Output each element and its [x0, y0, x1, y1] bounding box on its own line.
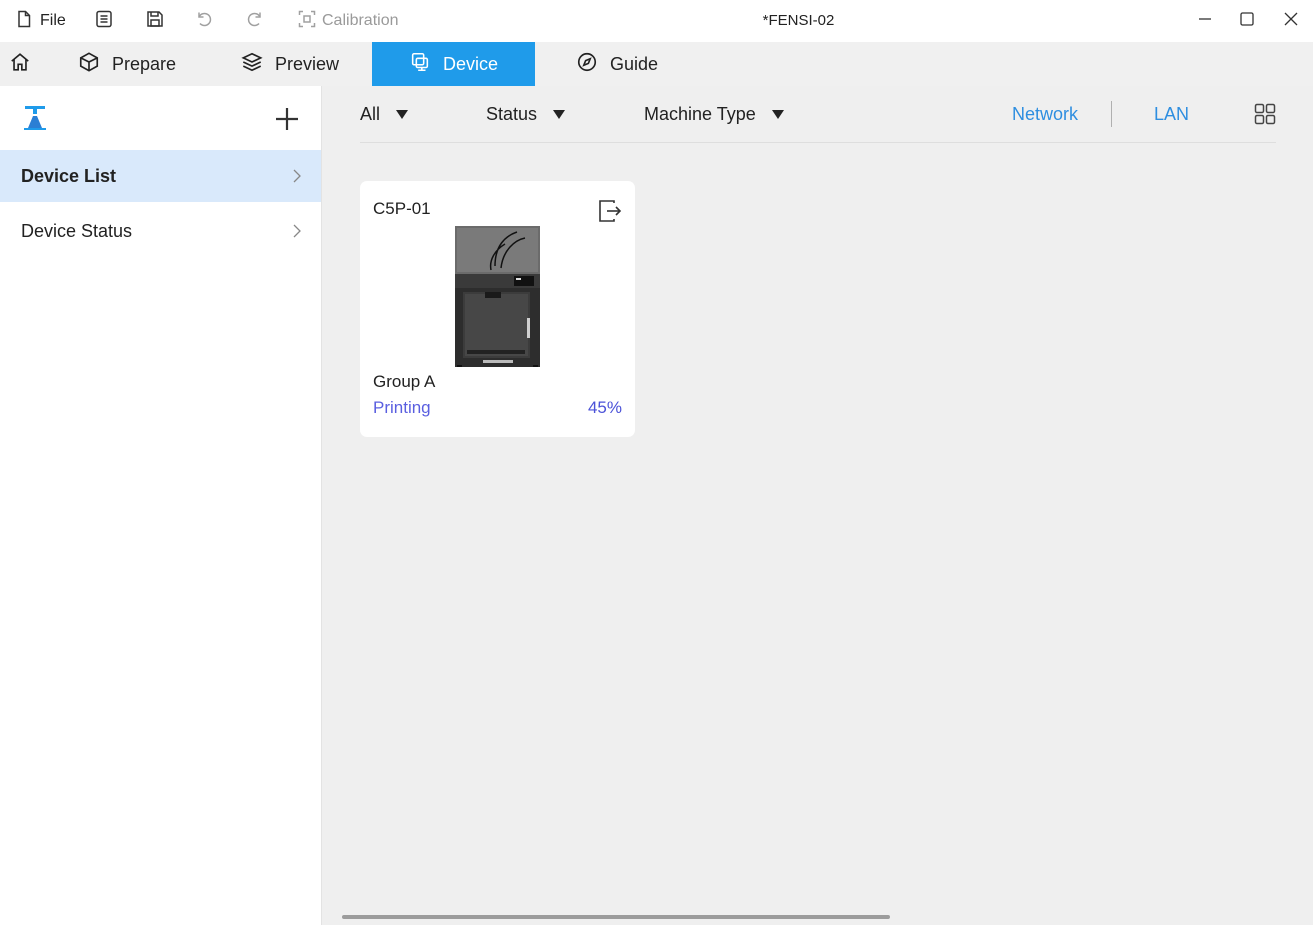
all-filter-label: All — [360, 103, 381, 124]
tab-preview-label: Preview — [275, 53, 340, 74]
maximize-icon — [1239, 11, 1255, 32]
sidebar-item-label: Device Status — [21, 220, 133, 241]
layers-icon — [241, 51, 263, 78]
tab-guide-label: Guide — [610, 53, 659, 74]
sidebar-item-device-status[interactable]: Device Status — [0, 205, 321, 257]
file-menu-button[interactable]: File — [14, 0, 66, 42]
status-filter-label: Status — [486, 103, 538, 124]
file-label: File — [40, 12, 66, 29]
sidebar-item-label: Device List — [21, 165, 117, 186]
chevron-right-icon — [290, 167, 304, 185]
list-icon — [94, 9, 114, 34]
printer-image — [455, 226, 540, 367]
redo-button[interactable] — [245, 0, 265, 42]
chevron-right-icon — [290, 222, 304, 240]
close-button[interactable] — [1269, 0, 1313, 42]
sidebar-item-device-list[interactable]: Device List — [0, 150, 321, 202]
exit-icon[interactable] — [596, 197, 624, 225]
plus-icon — [276, 108, 298, 130]
lan-link[interactable]: LAN — [1154, 86, 1189, 142]
print-progress: 45% — [587, 398, 622, 417]
main-tab-bar: Prepare Preview Device Guide — [0, 42, 1313, 86]
tab-device-label: Device — [443, 53, 499, 74]
divider — [360, 142, 1276, 143]
caret-down-icon — [396, 109, 409, 119]
add-device-button[interactable] — [274, 106, 300, 132]
caret-down-icon — [553, 109, 566, 119]
device-group: Group A — [373, 372, 436, 391]
tab-prepare[interactable]: Prepare — [78, 42, 176, 86]
device-icon — [409, 51, 431, 78]
caret-down-icon — [771, 109, 784, 119]
minimize-icon — [1197, 11, 1213, 32]
machine-type-filter-label: Machine Type — [644, 103, 756, 124]
compass-icon — [576, 51, 598, 78]
tab-device[interactable]: Device — [372, 42, 535, 86]
grid-icon — [1254, 103, 1276, 125]
device-status: Printing — [373, 398, 431, 417]
minimize-button[interactable] — [1183, 0, 1227, 42]
all-filter-dropdown[interactable]: All — [360, 86, 409, 142]
file-icon — [14, 9, 34, 34]
close-icon — [1283, 11, 1299, 32]
grid-view-button[interactable] — [1254, 103, 1276, 125]
device-list-panel: All Status Machine Type Network LAN C5P-… — [322, 86, 1313, 925]
title-bar: File Calibration *FENSI-02 — [0, 0, 1313, 42]
device-card[interactable]: C5P-01 Group A Printing 45% — [360, 181, 635, 437]
tab-preview[interactable]: Preview — [241, 42, 339, 86]
device-name: C5P-01 — [373, 199, 431, 218]
printer-logo-icon — [23, 105, 47, 131]
maximize-button[interactable] — [1225, 0, 1269, 42]
tab-guide[interactable]: Guide — [576, 42, 658, 86]
tab-home[interactable] — [9, 42, 31, 86]
cube-icon — [78, 51, 100, 78]
undo-icon — [194, 9, 214, 34]
network-link[interactable]: Network — [1012, 86, 1078, 142]
home-icon — [9, 51, 31, 78]
horizontal-scrollbar[interactable] — [342, 915, 890, 919]
sidebar: Device List Device Status — [0, 86, 322, 925]
save-icon — [145, 9, 165, 34]
tab-prepare-label: Prepare — [112, 53, 177, 74]
save-button[interactable] — [145, 0, 165, 42]
status-filter-dropdown[interactable]: Status — [486, 86, 566, 142]
calibration-icon — [297, 9, 317, 34]
document-list-button[interactable] — [94, 0, 114, 42]
undo-button[interactable] — [194, 0, 214, 42]
calibration-button[interactable]: Calibration — [297, 0, 398, 42]
divider — [1111, 101, 1112, 127]
calibration-label: Calibration — [322, 12, 399, 29]
machine-type-filter-dropdown[interactable]: Machine Type — [644, 86, 784, 142]
redo-icon — [245, 9, 265, 34]
